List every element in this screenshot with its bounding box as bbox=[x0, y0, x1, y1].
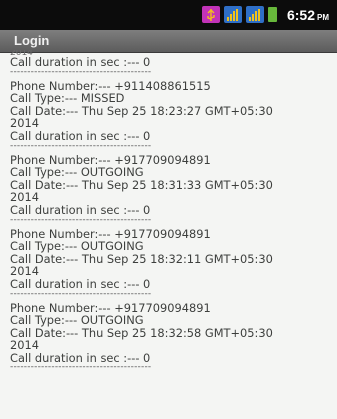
screen: 6:52 PM Login 2014 Call duration in sec :… bbox=[0, 0, 337, 419]
usb-debug-icon bbox=[201, 6, 220, 23]
call-log-entry: Phone Number:--- +917709094891 Call Type… bbox=[10, 153, 335, 217]
status-icons: 6:52 PM bbox=[201, 6, 329, 23]
call-date: Call Date:--- Thu Sep 25 18:32:58 GMT+05… bbox=[10, 325, 273, 340]
call-duration: Call duration in sec :--- 0 bbox=[10, 202, 151, 217]
status-bar: 6:52 PM bbox=[0, 0, 337, 30]
call-duration: Call duration in sec :--- 0 bbox=[10, 350, 151, 365]
separator: ----------------------------------------… bbox=[10, 142, 152, 151]
battery-icon bbox=[267, 7, 277, 22]
call-date: Call Date:--- Thu Sep 25 18:32:11 GMT+05… bbox=[10, 251, 273, 266]
clock-ampm: PM bbox=[317, 12, 329, 22]
signal-strength-icon bbox=[245, 6, 264, 23]
call-log-entry: Phone Number:--- +917709094891 Call Type… bbox=[10, 227, 335, 291]
call-type: Call Type:--- OUTGOING bbox=[10, 239, 144, 254]
status-clock: 6:52 PM bbox=[287, 7, 329, 23]
call-type: Call Type:--- OUTGOING bbox=[10, 165, 144, 180]
call-log-entry: Phone Number:--- +917709094891 Call Type… bbox=[10, 301, 335, 365]
separator: ----------------------------------------… bbox=[10, 364, 152, 373]
page-title: Login bbox=[14, 33, 50, 48]
data-activity-icon bbox=[223, 6, 242, 23]
call-type: Call Type:--- MISSED bbox=[10, 91, 125, 106]
call-duration: Call duration in sec :--- 0 bbox=[10, 128, 151, 143]
call-log-entry: Phone Number:--- +911408861515 Call Type… bbox=[10, 79, 335, 143]
call-log-list[interactable]: 2014 Call duration in sec :--- 0 -------… bbox=[10, 50, 335, 375]
separator: ----------------------------------------… bbox=[10, 290, 152, 299]
separator: ----------------------------------------… bbox=[10, 68, 152, 77]
clock-time: 6:52 bbox=[286, 6, 315, 23]
call-year: 2014 bbox=[10, 338, 39, 353]
separator: ----------------------------------------… bbox=[10, 216, 152, 225]
call-date: Call Date:--- Thu Sep 25 18:23:27 GMT+05… bbox=[10, 103, 273, 118]
call-type: Call Type:--- OUTGOING bbox=[10, 313, 144, 328]
call-date: Call Date:--- Thu Sep 25 18:31:33 GMT+05… bbox=[10, 177, 273, 192]
partial-duration: Call duration in sec :--- 0 bbox=[10, 55, 151, 69]
call-duration: Call duration in sec :--- 0 bbox=[10, 276, 151, 291]
